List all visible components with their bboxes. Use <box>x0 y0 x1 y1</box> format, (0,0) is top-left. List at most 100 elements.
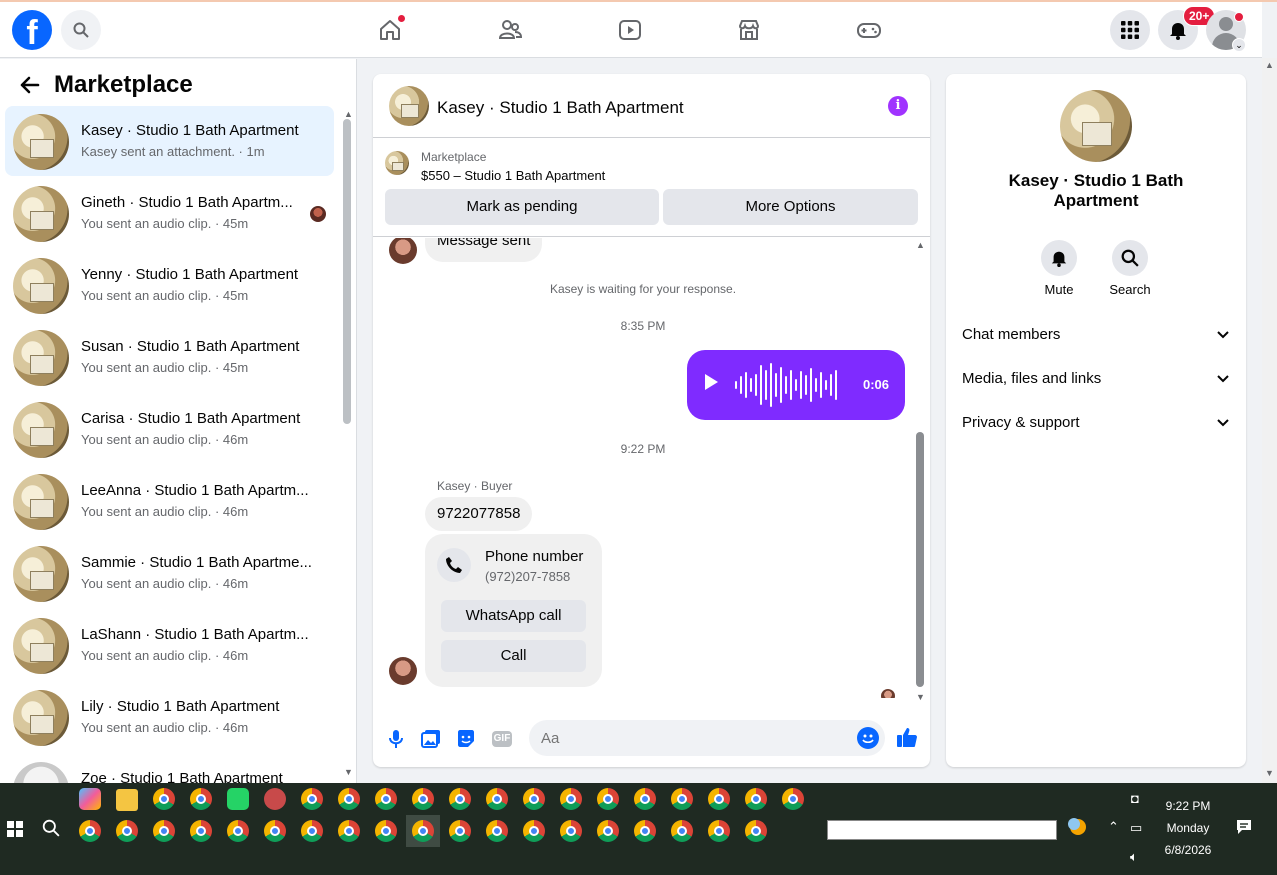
scroll-down-arrow-icon[interactable]: ▼ <box>344 767 353 777</box>
kasey-avatar[interactable] <box>389 238 417 264</box>
chat-title[interactable]: Kasey · Studio 1 Bath Apartment <box>437 98 684 118</box>
chat-members-row[interactable]: Chat members <box>962 326 1230 350</box>
conversation-item-lily[interactable]: Lily · Studio 1 Bath Apartment You sent … <box>5 682 334 752</box>
clock-time[interactable]: 9:22 PM <box>1160 799 1216 813</box>
chrome-icon[interactable] <box>560 820 582 842</box>
notification-center-icon[interactable] <box>1236 819 1252 838</box>
microphone-icon[interactable] <box>385 728 407 750</box>
chrome-icon[interactable] <box>227 820 249 842</box>
chrome-icon[interactable] <box>79 820 101 842</box>
chrome-icon[interactable] <box>153 788 175 810</box>
chrome-icon[interactable] <box>745 820 767 842</box>
taskbar-search-icon[interactable] <box>42 819 60 842</box>
chrome-icon[interactable] <box>523 788 545 810</box>
message-bubble[interactable]: Message sent <box>425 238 543 262</box>
play-icon[interactable] <box>705 374 718 390</box>
scroll-up-arrow-icon[interactable]: ▲ <box>916 240 925 250</box>
audio-message[interactable]: 0:06 <box>687 350 905 420</box>
chrome-icon[interactable] <box>375 788 397 810</box>
chrome-icon[interactable] <box>486 788 508 810</box>
chrome-icon[interactable] <box>671 788 693 810</box>
listing-price[interactable]: $550 – Studio 1 Bath Apartment <box>421 168 605 183</box>
conversation-item-susan[interactable]: Susan · Studio 1 Bath Apartment You sent… <box>5 322 334 392</box>
whatsapp-icon[interactable] <box>227 788 249 810</box>
chrome-icon[interactable] <box>449 788 471 810</box>
chrome-icon[interactable] <box>338 820 360 842</box>
more-options-button[interactable]: More Options <box>663 189 918 225</box>
media-files-row[interactable]: Media, files and links <box>962 370 1230 394</box>
kasey-avatar[interactable] <box>389 657 417 685</box>
gif-icon[interactable]: GIF <box>491 728 513 750</box>
facebook-logo[interactable]: f <box>12 10 52 50</box>
chrome-icon[interactable] <box>523 820 545 842</box>
friends-tab[interactable] <box>496 16 524 44</box>
speaker-icon[interactable]: 🔈︎ <box>1130 849 1138 865</box>
conversation-item-sammie[interactable]: Sammie · Studio 1 Bath Apartme... You se… <box>5 538 334 608</box>
conversation-item-yenny[interactable]: Yenny · Studio 1 Bath Apartment You sent… <box>5 250 334 320</box>
whatsapp-call-button[interactable]: WhatsApp call <box>441 600 586 632</box>
app-icon[interactable] <box>264 788 286 810</box>
chrome-icon[interactable] <box>375 820 397 842</box>
chrome-icon[interactable] <box>486 820 508 842</box>
privacy-support-row[interactable]: Privacy & support <box>962 414 1230 438</box>
back-arrow-icon[interactable] <box>18 74 40 96</box>
listing-thumbnail[interactable] <box>385 151 409 175</box>
chrome-icon[interactable] <box>782 788 804 810</box>
menu-button[interactable] <box>1110 10 1150 50</box>
chrome-icon[interactable] <box>338 788 360 810</box>
chrome-icon[interactable] <box>264 820 286 842</box>
message-bubble[interactable]: 9722077858 <box>425 497 533 531</box>
chrome-icon[interactable] <box>412 820 434 842</box>
chrome-icon[interactable] <box>301 820 323 842</box>
conversation-item-carisa[interactable]: Carisa · Studio 1 Bath Apartment You sen… <box>5 394 334 464</box>
chrome-icon[interactable] <box>708 820 730 842</box>
scroll-down-arrow-icon[interactable]: ▼ <box>916 692 925 702</box>
conversation-item-leeanna[interactable]: LeeAnna · Studio 1 Bath Apartm... You se… <box>5 466 334 536</box>
chrome-icon[interactable] <box>671 820 693 842</box>
call-button[interactable]: Call <box>441 640 586 672</box>
chrome-icon[interactable] <box>708 788 730 810</box>
sticker-icon[interactable] <box>455 728 477 750</box>
copilot-icon[interactable] <box>79 788 101 810</box>
chrome-icon[interactable] <box>560 788 582 810</box>
video-tab[interactable] <box>616 16 644 44</box>
windows-start-icon[interactable] <box>7 821 23 837</box>
scroll-up-arrow-icon[interactable]: ▲ <box>344 109 353 119</box>
sidebar-scrollbar[interactable] <box>343 119 351 424</box>
scroll-up-arrow-icon[interactable]: ▲ <box>1265 60 1274 70</box>
conversation-item-zoe[interactable]: Zoe · Studio 1 Bath Apartment <box>5 754 334 783</box>
photo-icon[interactable] <box>420 728 442 750</box>
gaming-tab[interactable] <box>855 16 883 44</box>
message-input[interactable] <box>529 720 885 756</box>
chrome-icon[interactable] <box>634 788 656 810</box>
conversation-item-lashann[interactable]: LaShann · Studio 1 Bath Apartm... You se… <box>5 610 334 680</box>
camera-icon[interactable]: ◘ <box>1131 791 1139 806</box>
chat-listing-thumbnail[interactable] <box>389 86 429 126</box>
chrome-icon[interactable] <box>597 788 619 810</box>
scroll-down-arrow-icon[interactable]: ▼ <box>1265 768 1274 778</box>
search-button[interactable] <box>61 10 101 50</box>
chrome-icon[interactable] <box>190 820 212 842</box>
conversation-item-kasey[interactable]: Kasey · Studio 1 Bath Apartment Kasey se… <box>5 106 334 176</box>
chrome-icon[interactable] <box>190 788 212 810</box>
chrome-icon[interactable] <box>153 820 175 842</box>
chevron-up-icon[interactable]: ⌃ <box>1108 819 1119 835</box>
info-icon[interactable]: i <box>888 96 908 116</box>
taskbar-search-box[interactable] <box>827 820 1057 840</box>
chrome-icon[interactable] <box>412 788 434 810</box>
chat-scrollbar[interactable] <box>916 432 924 687</box>
chrome-icon[interactable] <box>449 820 471 842</box>
marketplace-tab[interactable] <box>735 16 763 44</box>
chevron-down-icon[interactable]: ⌄ <box>1232 38 1246 52</box>
thumbs-up-icon[interactable] <box>896 726 918 748</box>
emoji-icon[interactable] <box>857 727 879 749</box>
chrome-icon[interactable] <box>116 820 138 842</box>
page-scrollbar[interactable]: ▲ ▼ <box>1262 58 1277 783</box>
clock-date[interactable]: 6/8/2026 <box>1160 843 1216 857</box>
chrome-icon[interactable] <box>597 820 619 842</box>
clock-day[interactable]: Monday <box>1160 821 1216 835</box>
mute-button[interactable]: Mute <box>1024 240 1094 297</box>
chrome-icon[interactable] <box>745 788 767 810</box>
mark-pending-button[interactable]: Mark as pending <box>385 189 659 225</box>
details-listing-thumbnail[interactable] <box>1060 90 1132 162</box>
